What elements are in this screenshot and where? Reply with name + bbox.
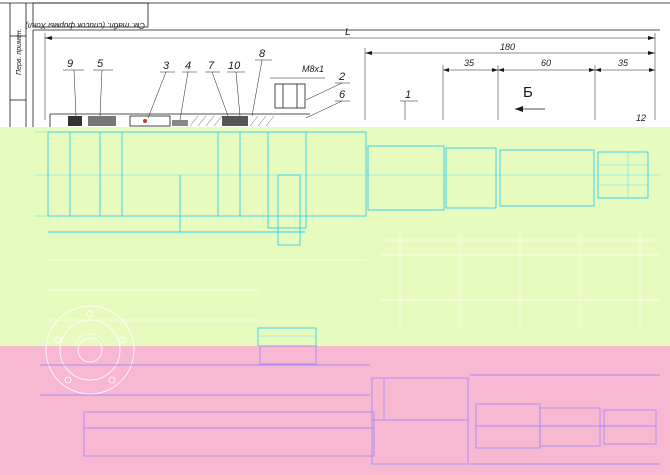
thread-label: M8x1 bbox=[302, 64, 324, 74]
arrow-180-left bbox=[365, 51, 372, 55]
dim-L-label: L bbox=[345, 27, 351, 38]
callout-5: 5 bbox=[97, 58, 104, 70]
seal-part-9 bbox=[68, 116, 82, 126]
arrow-L-left bbox=[45, 36, 52, 40]
ring-part-4 bbox=[172, 120, 188, 126]
technical-drawing: Перв. примен. См. табл. (список фирмы Хо… bbox=[0, 2, 670, 475]
view-arrow-head bbox=[515, 106, 523, 112]
callout-1: 1 bbox=[405, 89, 411, 101]
drawing-sheet: Перв. примен. См. табл. (список фирмы Хо… bbox=[0, 0, 670, 475]
callout-2: 2 bbox=[338, 71, 345, 83]
dim-35-left-label: 35 bbox=[464, 58, 475, 68]
callout-9: 9 bbox=[67, 58, 73, 70]
side-label: Перв. примен. bbox=[16, 28, 23, 75]
arrow-seg-1 bbox=[443, 68, 449, 72]
dim-180-label: 180 bbox=[500, 42, 515, 52]
arrow-seg-5 bbox=[595, 68, 601, 72]
bush-part-5 bbox=[88, 116, 116, 126]
title-stamp-text: См. табл. (список фирмы Хоял) bbox=[25, 21, 145, 30]
arrow-180-right bbox=[648, 51, 655, 55]
callout-6: 6 bbox=[339, 89, 346, 101]
callout-8: 8 bbox=[259, 48, 266, 60]
arrow-seg-2 bbox=[492, 68, 498, 72]
callout-7: 7 bbox=[208, 60, 215, 72]
thread-boss bbox=[274, 83, 306, 109]
dim-60-label: 60 bbox=[541, 58, 551, 68]
dim-12-label: 12 bbox=[636, 113, 646, 123]
sleeve-marker bbox=[143, 119, 147, 123]
view-label: Б bbox=[523, 84, 533, 101]
arrow-L-right bbox=[648, 36, 655, 40]
seal-part-7 bbox=[222, 116, 248, 126]
callout-10: 10 bbox=[228, 60, 241, 72]
dim-35-right-label: 35 bbox=[618, 58, 629, 68]
green-band bbox=[0, 127, 670, 346]
callout-3: 3 bbox=[163, 60, 170, 72]
arrow-seg-6 bbox=[649, 68, 655, 72]
arrow-seg-4 bbox=[589, 68, 595, 72]
callout-4: 4 bbox=[185, 60, 191, 72]
sleeve-part-3 bbox=[129, 115, 171, 127]
arrow-seg-3 bbox=[498, 68, 504, 72]
